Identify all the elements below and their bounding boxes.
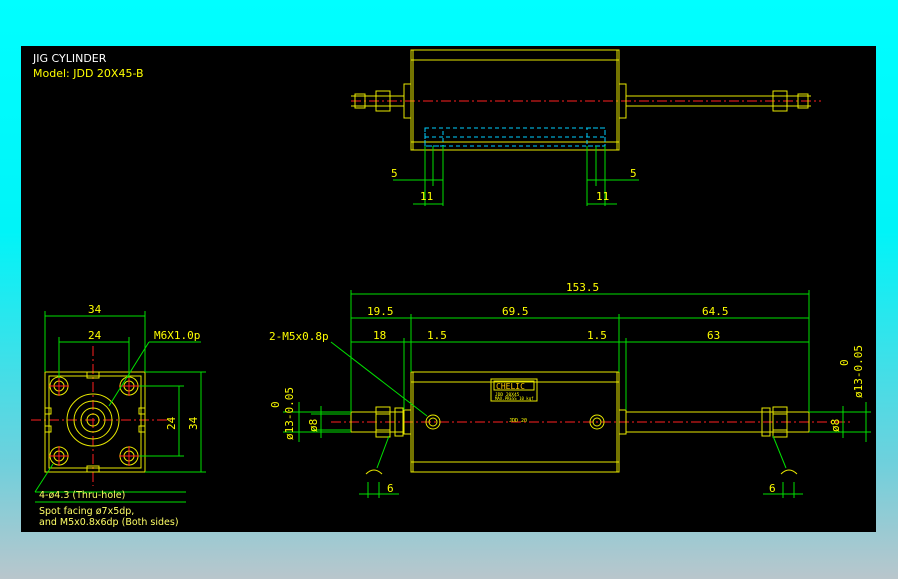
cad-drawing: JIG CYLINDER Model: JDD 20X45-B 5 11 5 1… [31,49,871,528]
end-body [44,371,146,473]
dim-64-5: 64.5 [702,305,729,318]
body-mark: JDD 20 [509,418,527,424]
rod-tol-left: 0 [269,401,282,408]
top-view: 5 11 5 11 [351,49,821,206]
dim-69-5: 69.5 [502,305,529,318]
end-dim-24-vert: 24 [165,416,178,430]
dim-18: 18 [373,329,386,342]
dim-19-5: 19.5 [367,305,394,318]
top-dim-right-5: 5 [630,167,637,180]
top-dim-left-5: 5 [391,167,398,180]
top-dim-left-11: 11 [420,190,433,203]
dim-1-5-right: 1.5 [587,329,607,342]
plate-line2: MAX.PRESS 10 kgf [495,396,534,401]
end-dim-24: 24 [88,329,102,342]
dim-6-left: 6 [387,482,394,495]
thread-dia-left: ø8 [307,419,320,432]
top-hidden-slot [424,127,606,147]
rod-tol-right: 0 [838,359,851,366]
top-body [410,49,620,151]
drawing-canvas: JIG CYLINDER Model: JDD 20X45-B 5 11 5 1… [21,46,876,532]
end-thread-label: M6X1.0p [154,329,200,342]
top-dim-right-11: 11 [596,190,609,203]
thread-dia-right: ø8 [829,419,842,432]
dim-153-5: 153.5 [566,281,599,294]
rod-dia-left: ø13-0.05 [283,387,296,440]
end-view: 34 24 34 24 M6X1.0p 4-ø4.3 (Thru-hole) S… [31,303,206,528]
end-note-line1: Spot facing ø7x5dp, [39,506,134,517]
brand-label: CHELIC [496,382,525,391]
dim-1-5-left: 1.5 [427,329,447,342]
port-label: 2-M5x0.8p [269,330,329,343]
dim-6-right: 6 [769,482,776,495]
rod-dia-right: ø13-0.05 [852,345,865,398]
end-note-line2: and M5x0.8x6dp (Both sides) [39,517,179,528]
model-label: Model: JDD 20X45-B [33,67,144,80]
end-hole-label: 4-ø4.3 (Thru-hole) [39,490,125,501]
drawing-title: JIG CYLINDER [32,52,107,65]
front-view: CHELIC JDD 20X45 MAX.PRESS 10 kgf JDD 20… [269,281,871,498]
end-dim-34-vert: 34 [187,416,200,430]
dim-63: 63 [707,329,720,342]
end-dim-34: 34 [88,303,102,316]
